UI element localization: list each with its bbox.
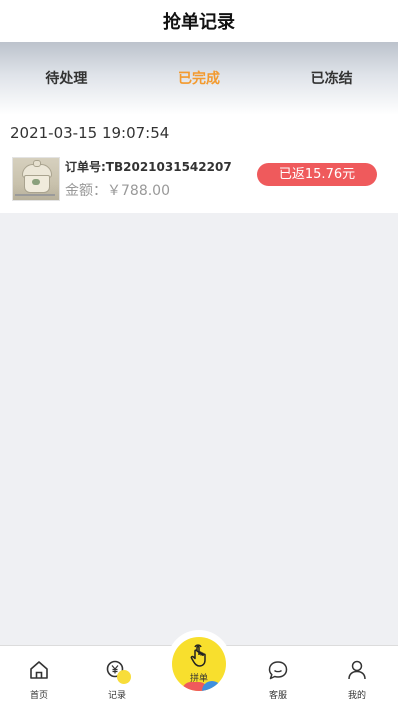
- home-icon: [30, 661, 48, 679]
- page-title: 抢单记录: [163, 12, 235, 33]
- ceramic-jar-image: [12, 157, 60, 201]
- status-tabs: 待处理 已完成 已冻结: [0, 42, 398, 115]
- app-header: 抢单记录: [0, 0, 398, 42]
- nav-mine[interactable]: 我的: [327, 646, 387, 705]
- records-coin-decoration: [117, 670, 131, 684]
- nav-group-label: 拼单: [189, 674, 208, 684]
- user-icon: [348, 660, 366, 680]
- tab-frozen[interactable]: 已冻结: [265, 68, 398, 88]
- nav-records-label: 记录: [107, 691, 126, 701]
- order-amount: 金额：￥788.00: [65, 183, 170, 199]
- nav-group-wrapper: 拼单: [167, 630, 231, 694]
- order-card[interactable]: 2021-03-15 19:07:54 订单号:TB2021031542207 …: [0, 115, 398, 213]
- order-time: 2021-03-15 19:07:54: [10, 124, 170, 142]
- nav-group-button[interactable]: 拼单: [172, 637, 226, 691]
- nav-mine-label: 我的: [347, 691, 366, 701]
- order-number: 订单号:TB2021031542207: [65, 160, 232, 174]
- nav-home[interactable]: 首页: [9, 646, 69, 705]
- nav-service[interactable]: 客服: [248, 646, 308, 705]
- tap-hand-icon: [190, 644, 206, 667]
- nav-service-label: 客服: [268, 691, 287, 701]
- tab-pending[interactable]: 待处理: [0, 68, 133, 88]
- rebate-badge: 已返15.76元: [257, 163, 377, 186]
- nav-home-label: 首页: [29, 691, 48, 701]
- tab-completed[interactable]: 已完成: [133, 68, 266, 88]
- chat-bubble-icon: [268, 661, 288, 680]
